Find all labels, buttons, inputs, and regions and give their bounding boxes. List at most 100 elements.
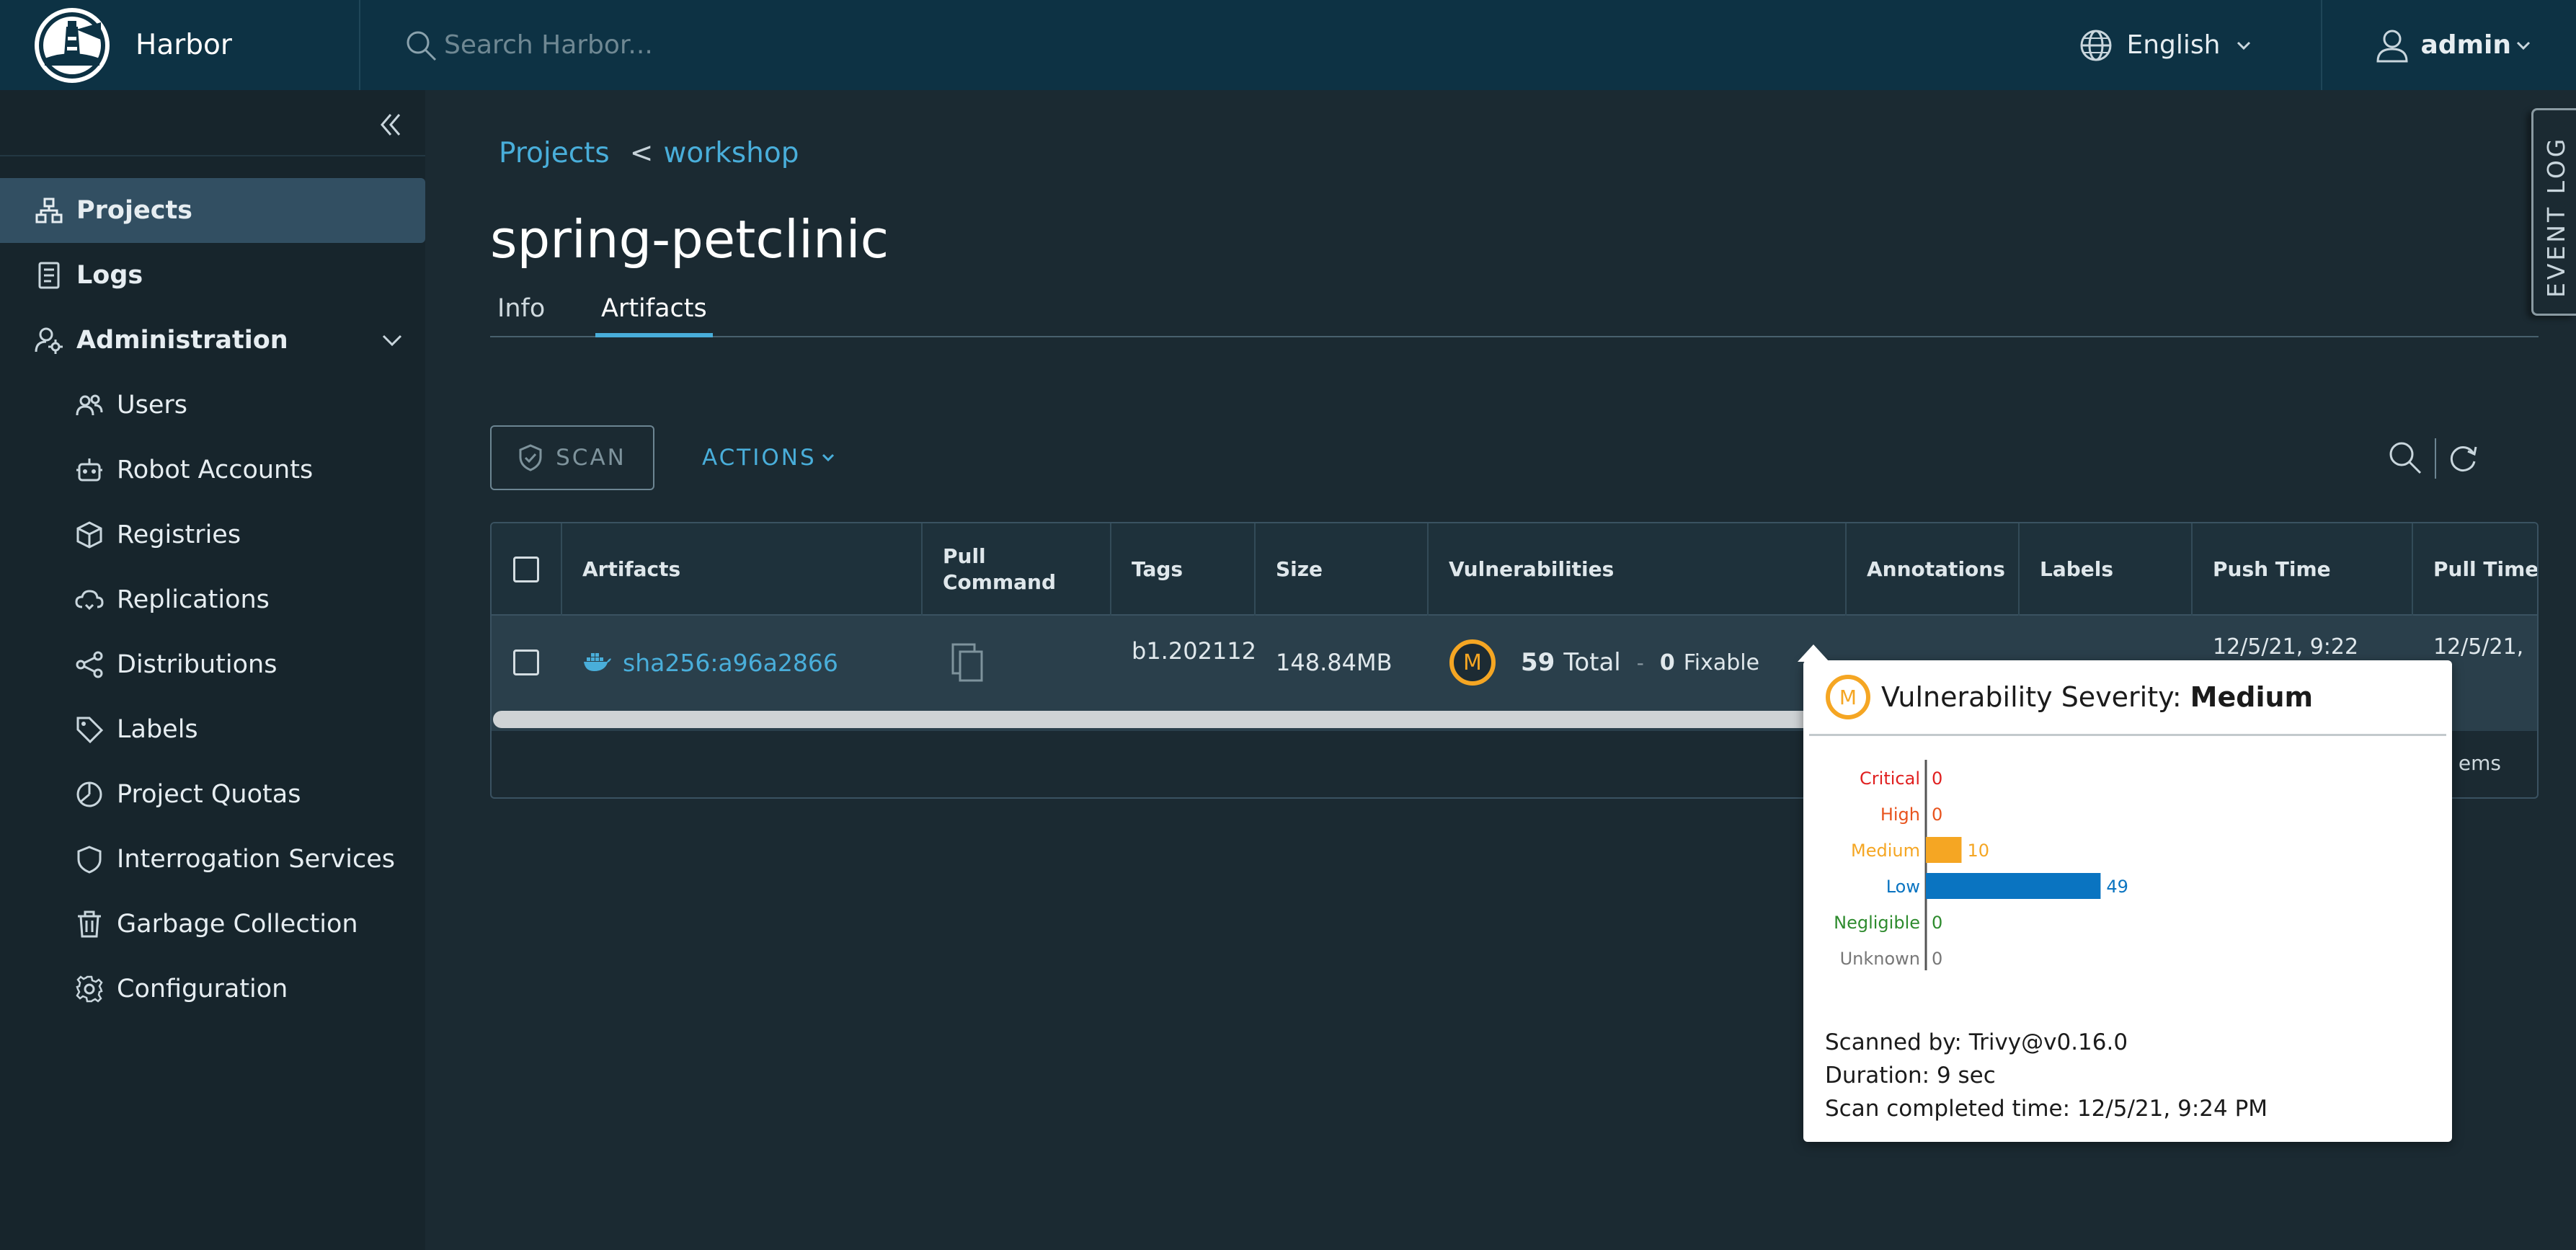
sidebar-item-logs[interactable]: Logs bbox=[0, 243, 425, 308]
column-header-labels[interactable]: Labels bbox=[2020, 523, 2193, 616]
popover-divider bbox=[1809, 734, 2446, 736]
shield-icon bbox=[75, 845, 104, 874]
sidebar-item-distributions[interactable]: Distributions bbox=[0, 632, 425, 697]
vuln-separator: - bbox=[1636, 650, 1644, 675]
severity-badge-letter: M bbox=[1839, 685, 1857, 709]
app-name: Harbor bbox=[136, 29, 232, 61]
sidebar-item-administration[interactable]: Administration bbox=[0, 308, 425, 373]
sidebar-item-label: Distributions bbox=[117, 650, 277, 679]
sidebar-item-labels[interactable]: Labels bbox=[0, 697, 425, 762]
sidebar-item-label: Configuration bbox=[117, 975, 288, 1003]
artifact-digest-link[interactable]: sha256:a96a2866 bbox=[623, 649, 838, 677]
sidebar-item-label: Replications bbox=[117, 585, 270, 614]
robot-icon bbox=[75, 456, 104, 484]
top-header: Harbor English admin bbox=[0, 0, 2576, 90]
refresh-icon[interactable] bbox=[2445, 440, 2481, 476]
copy-icon[interactable] bbox=[950, 642, 987, 683]
global-search[interactable] bbox=[404, 0, 2079, 90]
user-menu[interactable]: admin bbox=[2322, 0, 2576, 90]
user-icon bbox=[2374, 27, 2410, 63]
column-header-annotations[interactable]: Annotations bbox=[1847, 523, 2020, 616]
scanned-by-label: Scanned by: bbox=[1825, 1029, 1962, 1055]
column-header-size[interactable]: Size bbox=[1256, 523, 1429, 616]
actions-label: ACTIONS bbox=[702, 445, 817, 471]
chart-bar-medium bbox=[1926, 837, 1962, 863]
collapse-sidebar-icon[interactable] bbox=[375, 109, 407, 141]
chart-category-label: Negligible bbox=[1834, 913, 1920, 933]
vulnerabilities-cell[interactable]: M 59 Total - 0 Fixable bbox=[1429, 616, 1847, 709]
duration-line: Duration: 9 sec bbox=[1825, 1063, 1996, 1089]
popover-severity: Medium bbox=[2190, 681, 2314, 713]
select-all-cell bbox=[492, 523, 562, 616]
sidebar-item-label: Labels bbox=[117, 715, 198, 744]
tags-cell: b1.202112 bbox=[1132, 637, 1256, 665]
column-header-vulnerabilities[interactable]: Vulnerabilities bbox=[1429, 523, 1847, 616]
chart-data-label: 49 bbox=[2106, 877, 2128, 897]
chart-category-label: Medium bbox=[1851, 841, 1920, 861]
sidebar-item-interrogation-services[interactable]: Interrogation Services bbox=[0, 827, 425, 892]
column-header-pull-time[interactable]: Pull Time bbox=[2413, 523, 2537, 616]
chart-category-label: Unknown bbox=[1840, 949, 1920, 969]
sidebar-item-users[interactable]: Users bbox=[0, 373, 425, 438]
quotas-icon bbox=[75, 780, 104, 809]
table-footer-items: ems bbox=[2458, 751, 2501, 775]
sidebar-item-robot-accounts[interactable]: Robot Accounts bbox=[0, 438, 425, 502]
sidebar-item-projects[interactable]: Projects bbox=[0, 178, 425, 243]
row-checkbox[interactable] bbox=[513, 650, 539, 675]
breadcrumb-project-link[interactable]: workshop bbox=[663, 137, 799, 169]
sidebar-item-configuration[interactable]: Configuration bbox=[0, 957, 425, 1021]
pull-command-cell bbox=[923, 616, 1111, 709]
chevron-down-icon[interactable] bbox=[379, 327, 405, 353]
severity-bar-chart: Critical 0 High 0 Medium 10 Low 49 Negligible 0 Un… bbox=[1834, 760, 2128, 970]
registries-icon bbox=[75, 520, 104, 549]
row-select-cell bbox=[492, 616, 562, 709]
chart-data-label: 0 bbox=[1932, 804, 1942, 825]
distributions-icon bbox=[75, 650, 104, 679]
chart-category-label: Low bbox=[1886, 877, 1920, 897]
sidebar-item-label: Garbage Collection bbox=[117, 910, 358, 939]
event-log-tab[interactable]: EVENT LOG bbox=[2531, 108, 2576, 316]
severity-medium-badge: M bbox=[1449, 639, 1496, 686]
search-input[interactable] bbox=[444, 30, 1093, 60]
duration-label: Duration: bbox=[1825, 1063, 1930, 1089]
language-selector[interactable]: English bbox=[2079, 0, 2323, 90]
breadcrumb-projects-link[interactable]: Projects bbox=[499, 137, 610, 169]
actions-dropdown[interactable]: ACTIONS bbox=[702, 425, 835, 490]
sidebar-item-project-quotas[interactable]: Project Quotas bbox=[0, 762, 425, 827]
event-log-label: EVENT LOG bbox=[2542, 136, 2570, 298]
breadcrumb-separator: < bbox=[629, 137, 654, 169]
sidebar-item-registries[interactable]: Registries bbox=[0, 502, 425, 567]
sidebar-item-label: Projects bbox=[76, 196, 193, 225]
artifact-cell: sha256:a96a2866 bbox=[562, 616, 923, 709]
sidebar-item-label: Interrogation Services bbox=[117, 845, 395, 874]
vuln-total-count: 59 bbox=[1521, 648, 1555, 677]
tab-artifacts[interactable]: Artifacts bbox=[595, 288, 713, 337]
chart-bar-low bbox=[1926, 873, 2101, 899]
breadcrumb: Projects < workshop bbox=[499, 137, 799, 169]
severity-badge-letter: M bbox=[1463, 650, 1482, 675]
shield-check-icon bbox=[518, 444, 543, 471]
duration-value: 9 sec bbox=[1936, 1063, 1996, 1089]
sidebar-item-garbage-collection[interactable]: Garbage Collection bbox=[0, 892, 425, 957]
column-header-push-time[interactable]: Push Time bbox=[2193, 523, 2413, 616]
tab-info[interactable]: Info bbox=[497, 288, 545, 337]
trash-icon bbox=[75, 910, 104, 939]
globe-icon bbox=[2079, 28, 2113, 63]
brand[interactable]: Harbor bbox=[0, 0, 360, 90]
column-header-artifacts[interactable]: Artifacts bbox=[562, 523, 923, 616]
gear-icon bbox=[75, 975, 104, 1003]
chevron-down-icon bbox=[2236, 37, 2252, 53]
sidebar-item-replications[interactable]: Replications bbox=[0, 567, 425, 632]
toolbar-divider bbox=[2435, 438, 2436, 479]
scanned-by-value: Trivy@v0.16.0 bbox=[1968, 1029, 2128, 1055]
labels-icon bbox=[75, 715, 104, 744]
search-icon[interactable] bbox=[2387, 440, 2423, 476]
select-all-checkbox[interactable] bbox=[513, 557, 539, 582]
scan-button[interactable]: SCAN bbox=[490, 425, 654, 490]
column-header-tags[interactable]: Tags bbox=[1111, 523, 1256, 616]
table-header: Artifacts Pull Command Tags Size Vulnera… bbox=[492, 523, 2537, 616]
scrollbar-thumb[interactable] bbox=[493, 711, 2007, 728]
scanned-by-line: Scanned by: Trivy@v0.16.0 bbox=[1825, 1029, 2128, 1055]
column-header-pull-command[interactable]: Pull Command bbox=[923, 523, 1111, 616]
harbor-logo-icon bbox=[35, 7, 110, 83]
